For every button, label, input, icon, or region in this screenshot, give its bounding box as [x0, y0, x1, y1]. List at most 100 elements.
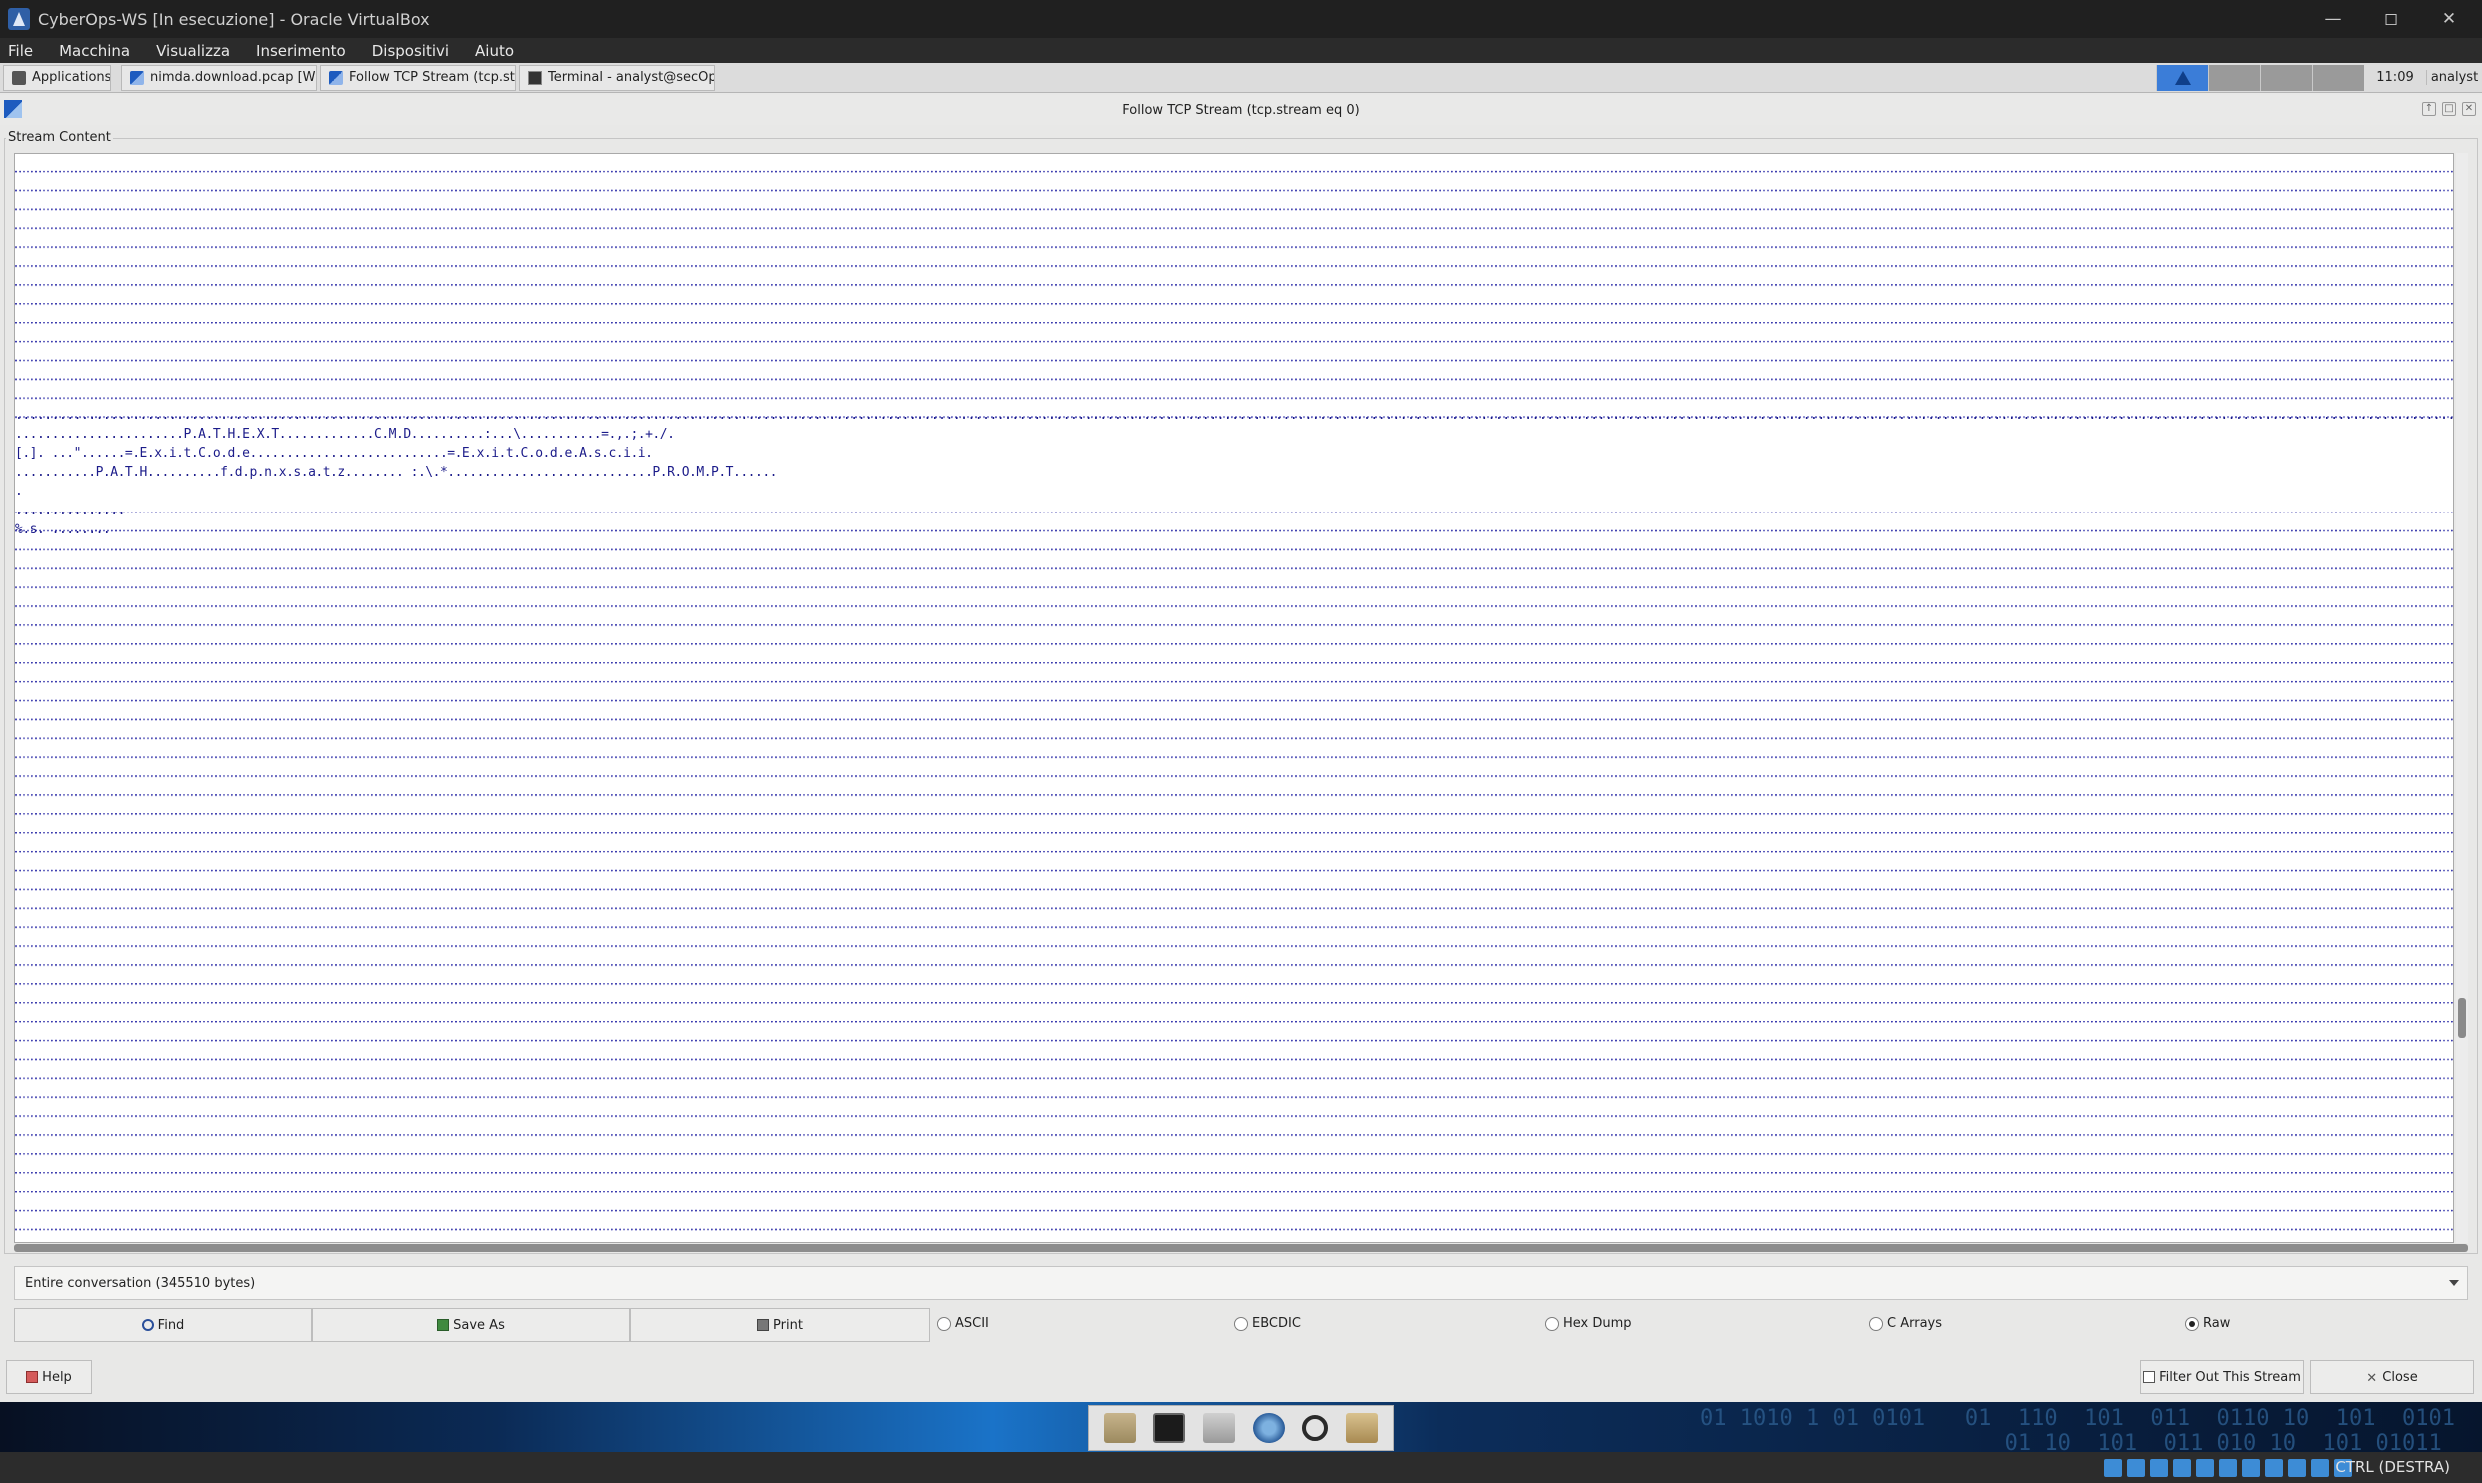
vertical-scrollbar[interactable] [2456, 153, 2468, 1243]
network-icon[interactable] [2173, 1459, 2191, 1477]
conversation-select-value: Entire conversation (345510 bytes) [25, 1275, 256, 1291]
dialog-maximize-icon[interactable]: □ [2442, 102, 2456, 116]
applications-label: Applications [32, 70, 111, 85]
save-as-button[interactable]: Save As [312, 1308, 630, 1342]
dialog-close-icon[interactable]: ✕ [2462, 102, 2476, 116]
radio-ebcdic[interactable]: EBCDIC [1234, 1316, 1301, 1331]
panel-user[interactable]: analyst [2426, 70, 2482, 85]
wireshark-icon [130, 70, 144, 85]
menu-file[interactable]: File [8, 42, 33, 60]
disk-icon[interactable] [1203, 1413, 1236, 1443]
menu-dispositivi[interactable]: Dispositivi [372, 42, 449, 60]
taskbar-item-wireshark[interactable]: nimda.download.pcap [Wire... [121, 64, 317, 91]
menu-aiuto[interactable]: Aiuto [475, 42, 514, 60]
stream-line: ...........P.A.T.H..........f.d.p.n.x.s.… [15, 465, 777, 480]
radio-ascii-label: ASCII [955, 1316, 989, 1331]
radio-hex-dump[interactable]: Hex Dump [1545, 1316, 1632, 1331]
menu-visualizza[interactable]: Visualizza [156, 42, 230, 60]
folder-icon[interactable] [1346, 1413, 1379, 1443]
minimize-icon[interactable]: — [2304, 0, 2362, 38]
panel-clock[interactable]: 11:09 [2364, 70, 2426, 85]
workspace-3[interactable] [2260, 64, 2312, 91]
hard-disk-icon[interactable] [2104, 1459, 2122, 1477]
taskbar-item-label: Terminal - analyst@secOps:... [548, 70, 715, 85]
close-icon[interactable]: ✕ [2420, 0, 2478, 38]
taskbar-item-label: Follow TCP Stream (tcp.stre... [349, 70, 515, 85]
filter-out-stream-button[interactable]: Filter Out This Stream [2140, 1360, 2304, 1394]
chevron-down-icon [2449, 1280, 2459, 1286]
mouse-integration-icon[interactable] [2311, 1459, 2329, 1477]
web-browser-icon[interactable] [1252, 1413, 1285, 1443]
workspace-2[interactable] [2208, 64, 2260, 91]
print-button[interactable]: Print [630, 1308, 930, 1342]
wireshark-icon [4, 100, 22, 118]
usb-icon[interactable] [2196, 1459, 2214, 1477]
wallpaper-binary-text: 01 1010 1 01 0101 01 110 101 011 0110 10… [1700, 1406, 2455, 1452]
taskbar-item-terminal[interactable]: Terminal - analyst@secOps:... [519, 64, 715, 91]
status-tray [2099, 1459, 2352, 1477]
stream-line: .......................P.A.T.H.E.X.T....… [15, 427, 675, 442]
radio-c-arrays-label: C Arrays [1887, 1316, 1942, 1331]
search-icon [141, 1319, 154, 1331]
horizontal-scrollbar[interactable] [14, 1244, 2468, 1252]
display-icon[interactable] [2242, 1459, 2260, 1477]
shared-folder-icon[interactable] [2219, 1459, 2237, 1477]
help-button[interactable]: Help [6, 1360, 92, 1394]
cpu-icon[interactable] [2288, 1459, 2306, 1477]
applications-icon [12, 70, 26, 85]
stream-line: %.s. ........ [15, 522, 111, 537]
workspace-1[interactable] [2156, 64, 2208, 91]
radio-circle [1234, 1316, 1248, 1331]
find-button[interactable]: Find [14, 1308, 312, 1342]
printer-icon [757, 1319, 770, 1331]
terminal-icon [528, 70, 542, 85]
optical-drive-icon[interactable] [2127, 1459, 2145, 1477]
audio-icon[interactable] [2150, 1459, 2168, 1477]
radio-c-arrays[interactable]: C Arrays [1869, 1316, 1942, 1331]
stream-line: [.]. ..."......=.E.x.i.t.C.o.d.e........… [15, 446, 653, 461]
virtualbox-logo-icon [8, 8, 30, 30]
stream-line: ........................................… [15, 408, 2453, 423]
radio-circle [937, 1316, 951, 1331]
taskbar-item-follow-tcp-stream[interactable]: Follow TCP Stream (tcp.stre... [320, 64, 516, 91]
maximize-icon[interactable]: ◻ [2362, 0, 2420, 38]
stream-line: . [15, 484, 23, 499]
radio-ebcdic-label: EBCDIC [1252, 1316, 1301, 1331]
menu-macchina[interactable]: Macchina [59, 42, 130, 60]
radio-circle [1545, 1316, 1559, 1331]
dialog-minimize-icon[interactable]: ↑ [2422, 102, 2436, 116]
radio-ascii[interactable]: ASCII [937, 1316, 989, 1331]
stream-text-area[interactable]: ........................................… [14, 153, 2454, 1243]
guest-panel: Applications nimda.download.pcap [Wire..… [0, 63, 2482, 93]
menu-inserimento[interactable]: Inserimento [256, 42, 346, 60]
vertical-scrollbar-thumb[interactable] [2458, 998, 2466, 1038]
find-button-label: Find [157, 1317, 185, 1333]
workspace-4[interactable] [2312, 64, 2364, 91]
wireshark-icon [329, 70, 343, 85]
dock [1088, 1405, 1394, 1451]
host-key-label: CTRL (DESTRA) [2335, 1458, 2450, 1476]
radio-circle-selected [2185, 1316, 2199, 1331]
help-button-label: Help [42, 1369, 72, 1385]
print-button-label: Print [773, 1317, 803, 1333]
close-button-label: Close [2382, 1369, 2418, 1385]
file-manager-icon[interactable] [1103, 1413, 1136, 1443]
stream-line: ............... [15, 503, 125, 518]
search-icon[interactable] [1302, 1415, 1329, 1441]
host-window-title: CyberOps-WS [In esecuzione] - Oracle Vir… [38, 9, 430, 29]
radio-raw-label: Raw [2203, 1316, 2231, 1331]
filter-out-button-label: Filter Out This Stream [2159, 1369, 2301, 1385]
host-title-bar: CyberOps-WS [In esecuzione] - Oracle Vir… [0, 0, 2482, 38]
conversation-select[interactable]: Entire conversation (345510 bytes) [14, 1266, 2468, 1300]
save-icon [437, 1319, 450, 1331]
radio-raw[interactable]: Raw [2185, 1316, 2230, 1331]
recording-icon[interactable] [2265, 1459, 2283, 1477]
stream-dotted-lines [15, 154, 2453, 1242]
dialog-title-bar: Follow TCP Stream (tcp.stream eq 0) ↑ □ … [0, 95, 2482, 125]
applications-menu-button[interactable]: Applications [3, 64, 111, 91]
radio-circle [1869, 1316, 1883, 1331]
close-button[interactable]: ✕ Close [2310, 1360, 2474, 1394]
terminal-icon[interactable] [1153, 1413, 1186, 1443]
radio-hex-dump-label: Hex Dump [1563, 1316, 1632, 1331]
host-status-bar: CTRL (DESTRA) [0, 1452, 2482, 1483]
